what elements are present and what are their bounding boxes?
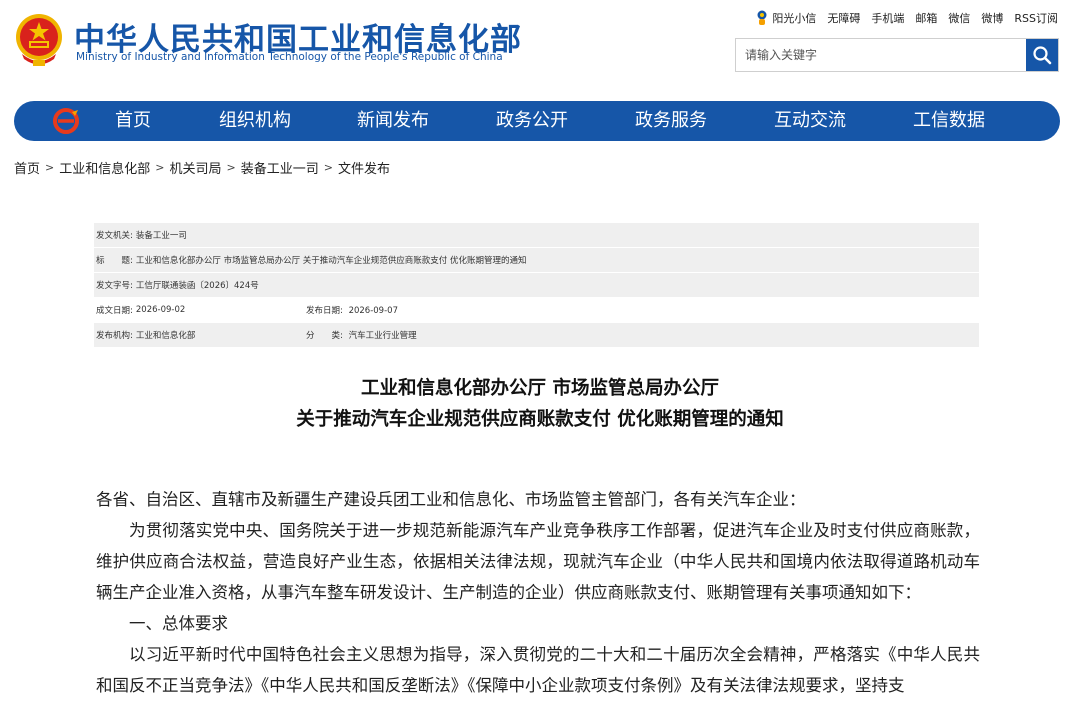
nav-news[interactable]: 新闻发布 [357,101,429,141]
meta-label: 分 类: [306,331,343,341]
toplink-accessibility[interactable]: 无障碍 [827,10,860,26]
document-title-line1: 工业和信息化部办公厅 市场监管总局办公厅 [361,378,719,399]
meta-value: 2026-09-07 [348,306,398,316]
meta-row-issuer: 发文机关: 装备工业一司 [94,223,979,248]
toplink-mobile[interactable]: 手机端 [871,10,904,26]
toplink-label: 阳光小信 [772,12,817,25]
search-input[interactable] [736,39,1026,71]
meta-label: 发文字号: [96,281,133,291]
meta-published: 发布日期: 2026-09-07 [306,304,398,316]
chevron-right-icon: > [323,161,333,174]
toplink-mail[interactable]: 邮箱 [915,10,937,26]
chevron-right-icon: > [45,161,55,174]
chevron-right-icon: > [155,161,165,174]
nav-data[interactable]: 工信数据 [913,101,985,141]
breadcrumb: 首页 > 工业和信息化部 > 机关司局 > 装备工业一司 > 文件发布 [14,158,390,177]
nav-home[interactable]: 首页 [115,101,151,141]
breadcrumb-documents[interactable]: 文件发布 [338,158,390,177]
search-icon [1033,46,1052,65]
section-heading: 一、总体要求 [129,614,228,633]
meta-value: 装备工业一司 [135,231,187,241]
search-box [735,38,1059,72]
document-meta-table: 发文机关: 装备工业一司 标 题: 工业和信息化部办公厅 市场监管总局办公厅 关… [94,223,979,348]
breadcrumb-departments[interactable]: 机关司局 [169,158,221,177]
meta-category: 分 类: 汽车工业行业管理 [306,329,417,341]
search-button[interactable] [1026,39,1058,71]
site-subtitle: Ministry of Industry and Information Tec… [76,51,503,63]
toplink-rss[interactable]: RSS订阅 [1014,10,1058,26]
paragraph: 为贯彻落实党中央、国务院关于进一步规范新能源汽车产业竞争秩序工作部署，促进汽车企… [96,521,980,602]
top-links: 阳光小信 无障碍 手机端 邮箱 微信 微博 RSS订阅 [756,10,1058,26]
meta-value: 工业和信息化部办公厅 市场监管总局办公厅 关于推动汽车企业规范供应商账款支付 优… [135,256,527,266]
meta-label: 标 题: [96,256,133,266]
meta-label: 发文机关: [96,231,133,241]
toplink-sunshine[interactable]: 阳光小信 [756,10,816,26]
main-nav: 首页 组织机构 新闻发布 政务公开 政务服务 互动交流 工信数据 [14,101,1060,141]
nav-organization[interactable]: 组织机构 [219,101,291,141]
meta-label: 发布机构: [96,331,133,341]
nav-gov-services[interactable]: 政务服务 [635,101,707,141]
salutation: 各省、自治区、直辖市及新疆生产建设兵团工业和信息化、市场监管主管部门，各有关汽车… [96,490,806,509]
meta-label: 发布日期: [306,306,343,316]
toplink-wechat[interactable]: 微信 [948,10,970,26]
site-header: 中华人民共和国工业和信息化部 Ministry of Industry and … [0,0,1080,100]
miit-logo-icon[interactable] [52,108,80,134]
meta-row-docno: 发文字号: 工信厅联通装函〔2026〕424号 [94,273,979,298]
breadcrumb-equipment-dept[interactable]: 装备工业一司 [241,158,319,177]
national-emblem-icon[interactable] [14,12,64,68]
chevron-right-icon: > [226,161,236,174]
meta-value: 汽车工业行业管理 [348,331,417,341]
document-body: 各省、自治区、直辖市及新疆生产建设兵团工业和信息化、市场监管主管部门，各有关汽车… [96,484,980,701]
breadcrumb-ministry[interactable]: 工业和信息化部 [59,158,150,177]
meta-value: 工业和信息化部 [135,331,196,341]
nav-gov-affairs[interactable]: 政务公开 [496,101,568,141]
meta-value: 工信厅联通装函〔2026〕424号 [135,281,259,291]
paragraph: 以习近平新时代中国特色社会主义思想为指导，深入贯彻党的二十大和二十届历次全会精神… [96,645,980,695]
meta-row-dates: 成文日期: 2026-09-02 发布日期: 2026-09-07 [94,298,979,323]
mascot-icon [757,10,767,25]
toplink-weibo[interactable]: 微博 [981,10,1003,26]
meta-row-title: 标 题: 工业和信息化部办公厅 市场监管总局办公厅 关于推动汽车企业规范供应商账… [94,248,979,273]
meta-row-org: 发布机构: 工业和信息化部 分 类: 汽车工业行业管理 [94,323,979,348]
breadcrumb-home[interactable]: 首页 [14,158,40,177]
document-title-line2: 关于推动汽车企业规范供应商账款支付 优化账期管理的通知 [296,409,784,430]
nav-interaction[interactable]: 互动交流 [774,101,846,141]
meta-value: 2026-09-02 [135,305,186,315]
meta-label: 成文日期: [96,306,133,316]
